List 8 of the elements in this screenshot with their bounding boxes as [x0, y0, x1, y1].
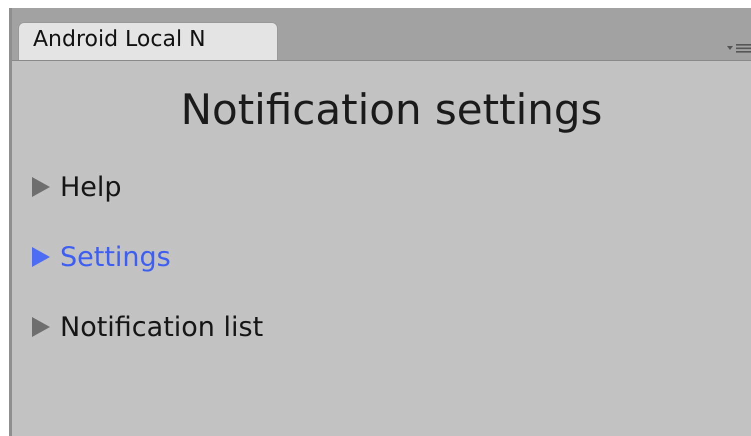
menu-icon[interactable] — [727, 42, 751, 54]
page-title: Notification settings — [180, 85, 604, 134]
foldout-header[interactable]: Help — [32, 152, 751, 222]
triangle-icon — [32, 177, 50, 197]
triangle-icon — [32, 247, 50, 267]
window-tab[interactable]: Android Local N — [18, 22, 278, 60]
foldout-header[interactable]: Notification list — [32, 292, 751, 362]
triangle-icon — [32, 317, 50, 337]
